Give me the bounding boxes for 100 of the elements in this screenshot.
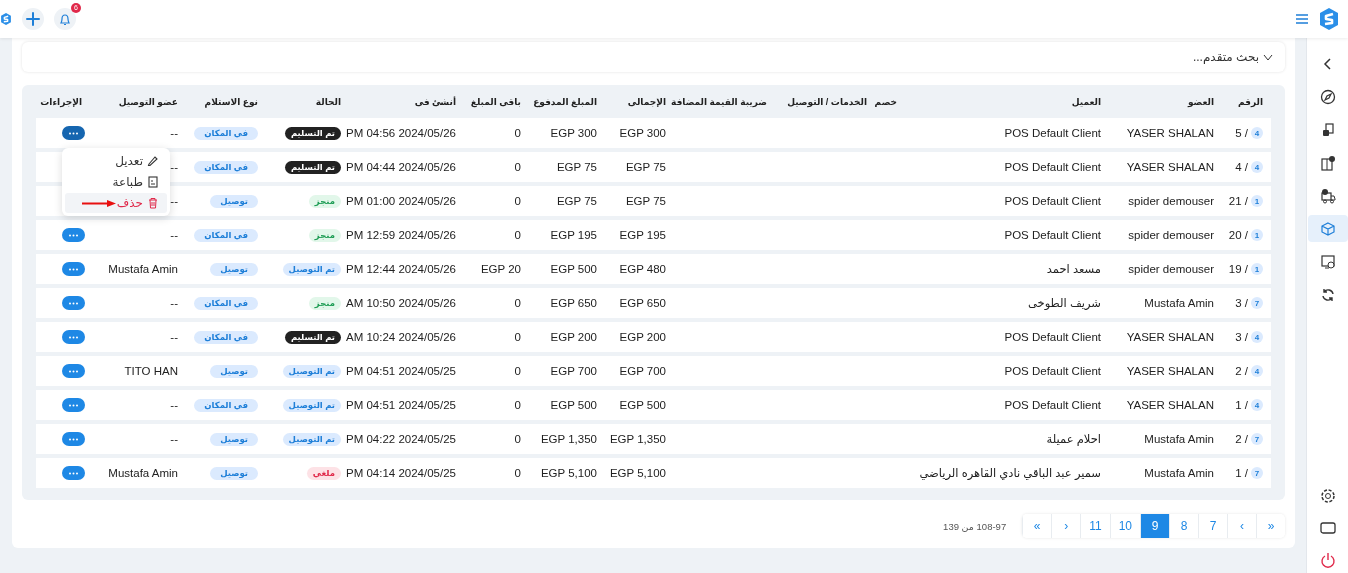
receipt-type-badge: في المكان [194,296,258,310]
notifications-button[interactable] [54,8,76,30]
table-cell: EGP 500 [619,399,666,411]
more-icon [69,267,78,271]
table-cell: PM 04:44 2024/05/26 [346,161,456,173]
table-cell: EGP 5,100 [540,467,597,479]
table-cell: PM 04:51 2024/05/25 [346,399,456,411]
column-header: الخدمات / التوصيل [786,96,868,107]
column-header: الإجراءات [39,96,83,107]
table-cell: -- [170,433,178,445]
table-cell: POS Default Client [1004,229,1101,241]
table-cell: AM 10:24 2024/05/26 [346,331,456,343]
receipt-type-badge: في المكان [194,160,258,174]
table-cell: -- [170,331,178,343]
receipt-type-badge: في المكان [194,398,258,412]
table-cell: spider demouser [1128,229,1214,241]
column-header: العضو [1186,96,1215,107]
receipt-type-badge: توصيل [210,364,258,378]
order-number: 5 / [1235,127,1248,139]
status-badge: تم التوصيل [282,364,341,378]
table-cell: احلام عميلة [1046,432,1101,446]
menu-item[interactable]: تعديل [65,151,167,171]
page-button[interactable]: 11 [1080,514,1110,538]
more-icon [69,403,78,407]
table-cell: -- [170,399,178,411]
table-cell: EGP 75 [556,161,597,173]
status-badge: ملغي [306,466,341,480]
actions-button[interactable] [62,296,85,310]
page-button[interactable]: ‹ [1227,514,1256,538]
table-cell: YASER SHALAN [1126,365,1214,377]
page-button[interactable]: 8 [1169,514,1198,538]
table-cell: YASER SHALAN [1126,127,1214,139]
table-cell: EGP 700 [619,365,666,377]
column-header: خصم [875,96,898,107]
table-cell: spider demouser [1128,263,1214,275]
actions-button[interactable] [62,398,85,412]
page-button[interactable]: 10 [1109,514,1140,538]
column-header: الحالة [314,96,342,107]
order-number: 1 / [1235,399,1248,411]
logo-icon [1318,7,1340,31]
table-cell: 0 [514,297,521,309]
receipt-type-badge: توصيل [210,194,258,208]
table-cell: TITO HAN [124,365,178,377]
order-number: 2 / [1235,433,1248,445]
table-cell: EGP 700 [550,365,597,377]
more-icon [69,369,78,373]
more-icon [69,471,78,475]
receipt-type-badge: في المكان [194,330,258,344]
table-cell: PM 12:44 2024/05/26 [346,263,456,275]
add-button[interactable] [22,8,44,30]
table-cell: EGP 75 [556,195,597,207]
page-button[interactable]: › [1051,514,1081,538]
menu-icon[interactable] [1296,14,1308,24]
actions-button[interactable] [62,126,85,140]
column-header: المبلغ المدفوع [532,96,598,107]
table-cell: -- [170,229,178,241]
table-cell: EGP 300 [619,127,666,139]
more-icon [69,131,78,135]
column-header: نوع الاستلام [203,96,259,107]
table-cell: 0 [514,365,521,377]
receipt-type-badge: توصيل [210,432,258,446]
table-cell: EGP 195 [619,229,666,241]
table-cell: EGP 20 [480,263,521,275]
menu-item[interactable]: حذف [65,193,167,213]
table-cell: YASER SHALAN [1126,161,1214,173]
page-button[interactable]: « [1022,514,1052,538]
column-header: الرقم [1237,96,1264,107]
page-button[interactable]: 9 [1140,514,1169,538]
count-badge: 4 [1251,127,1263,139]
receipt-type-badge: توصيل [210,262,258,276]
order-number: 3 / [1235,297,1248,309]
advanced-search-toggle[interactable]: بحث متقدم... [1192,50,1273,64]
order-number: 4 / [1235,161,1248,173]
more-icon [69,301,78,305]
table-cell: PM 12:59 2024/05/26 [346,229,456,241]
page-button[interactable]: » [1256,514,1285,538]
table-cell: Mustafa Amin [1144,433,1214,445]
table-cell: POS Default Client [1004,331,1101,343]
table-cell: -- [170,161,178,173]
order-number: 20 / [1228,229,1248,241]
more-icon [69,437,78,441]
page-range: 108-97 من 139 [943,520,1007,532]
table-cell: EGP 650 [550,297,597,309]
column-header: باقى المبلغ [469,96,522,107]
table-cell: سمير عبد الباقي نادي القاهره الرياضي [919,466,1101,480]
actions-button[interactable] [62,330,85,344]
column-header: عضو التوصيل [117,96,179,107]
actions-button[interactable] [62,432,85,446]
table-cell: EGP 1,350 [540,433,597,445]
count-badge: 4 [1251,399,1263,411]
actions-button[interactable] [62,364,85,378]
actions-button[interactable] [62,228,85,242]
order-number: 1 / [1235,467,1248,479]
trash-icon [147,197,159,209]
actions-button[interactable] [62,466,85,480]
table-cell: -- [170,195,178,207]
page-button[interactable]: 7 [1198,514,1227,538]
table-cell: EGP 1,350 [609,433,666,445]
actions-button[interactable] [62,262,85,276]
table-cell: POS Default Client [1004,161,1101,173]
